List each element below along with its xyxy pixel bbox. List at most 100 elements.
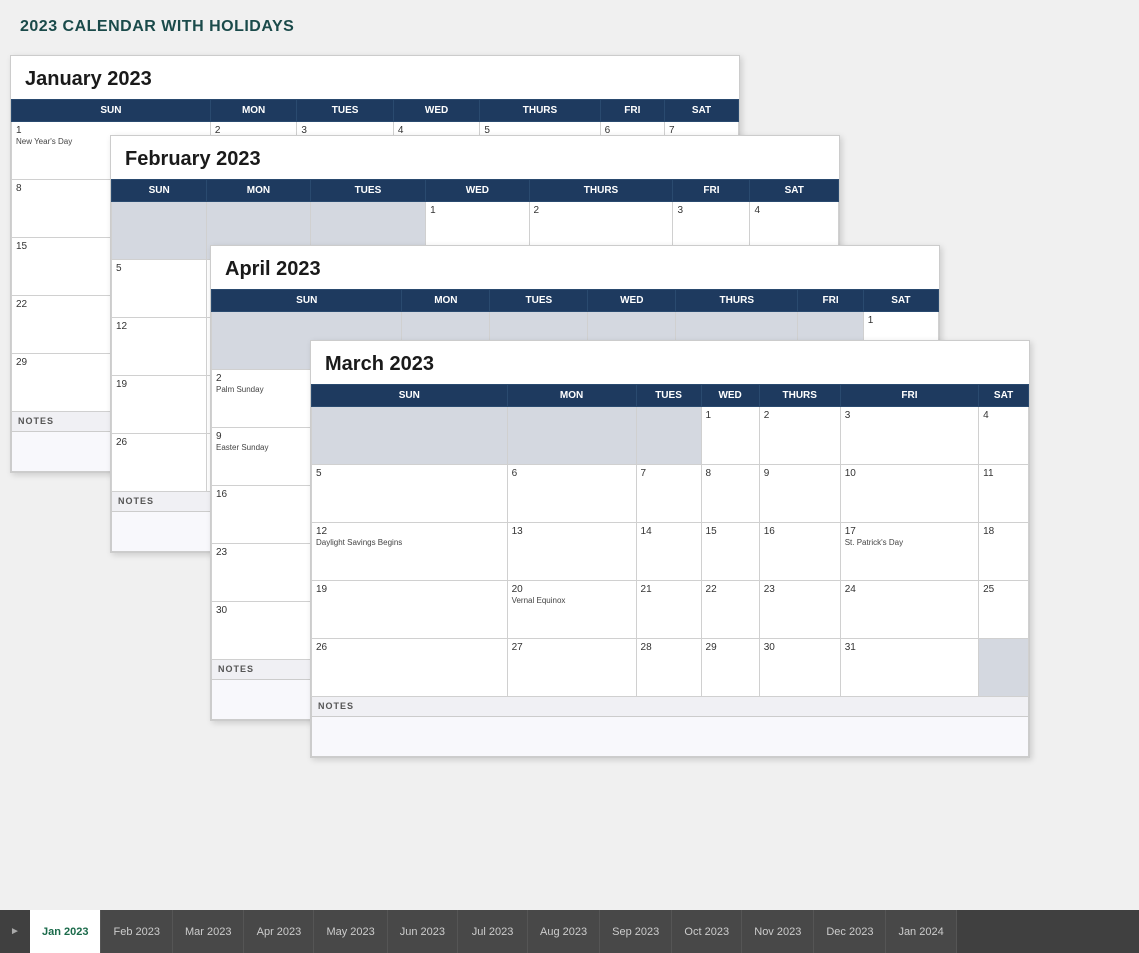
feb-empty1 [112, 202, 207, 260]
tab-may2023[interactable]: May 2023 [314, 910, 387, 953]
mar-notes-label-row: NOTES [312, 697, 1029, 717]
mar-28: 28 [636, 639, 701, 697]
mar-16: 16 [759, 523, 840, 581]
tab-jul2023[interactable]: Jul 2023 [458, 910, 528, 953]
table-row: 12Daylight Savings Begins 13 14 15 16 17… [312, 523, 1029, 581]
feb-12: 12 [112, 318, 207, 376]
mar-col-mon: MON [507, 385, 636, 407]
mar-20: 20Vernal Equinox [507, 581, 636, 639]
jan-col-tue: TUES [297, 100, 394, 122]
mar-e4 [979, 639, 1029, 697]
tab-jan2023[interactable]: Jan 2023 [30, 910, 101, 953]
apr-col-mon: MON [402, 290, 490, 312]
march-table: SUN MON TUES WED THURS FRI SAT 1 2 3 [311, 384, 1029, 757]
left-arrow-icon: ► [10, 926, 20, 937]
mar-col-wed: WED [701, 385, 759, 407]
page-title: 2023 CALENDAR WITH HOLIDAYS [20, 18, 1119, 36]
tab-sep2023[interactable]: Sep 2023 [600, 910, 672, 953]
mar-6: 6 [507, 465, 636, 523]
mar-19: 19 [312, 581, 508, 639]
tab-apr2023[interactable]: Apr 2023 [244, 910, 314, 953]
tab-jan2024[interactable]: Jan 2024 [886, 910, 956, 953]
feb-col-tue: TUES [310, 180, 426, 202]
table-row: 5 6 7 8 9 10 11 [312, 465, 1029, 523]
feb-col-fri: FRI [673, 180, 750, 202]
tab-feb2023[interactable]: Feb 2023 [101, 910, 172, 953]
jan-col-sun: SUN [12, 100, 211, 122]
table-row: 19 20Vernal Equinox 21 22 23 24 25 [312, 581, 1029, 639]
mar-31: 31 [840, 639, 978, 697]
feb-col-sat: SAT [750, 180, 839, 202]
tab-oct2023[interactable]: Oct 2023 [672, 910, 742, 953]
feb-5: 5 [112, 260, 207, 318]
mar-4: 4 [979, 407, 1029, 465]
tab-jun2023[interactable]: Jun 2023 [388, 910, 458, 953]
mar-1: 1 [701, 407, 759, 465]
jan-col-fri: FRI [600, 100, 664, 122]
mar-12: 12Daylight Savings Begins [312, 523, 508, 581]
march-header: March 2023 [311, 341, 1029, 384]
mar-notes-body [312, 717, 1029, 757]
tab-dec2023[interactable]: Dec 2023 [814, 910, 886, 953]
feb-col-wed: WED [426, 180, 529, 202]
feb-col-mon: MON [207, 180, 310, 202]
tab-mar2023[interactable]: Mar 2023 [173, 910, 244, 953]
mar-11: 11 [979, 465, 1029, 523]
tab-nov2023[interactable]: Nov 2023 [742, 910, 814, 953]
main-content: 2023 CALENDAR WITH HOLIDAYS January 2023… [0, 0, 1139, 910]
january-header: January 2023 [11, 56, 739, 99]
mar-5: 5 [312, 465, 508, 523]
jan-col-wed: WED [393, 100, 479, 122]
mar-26: 26 [312, 639, 508, 697]
february-header: February 2023 [111, 136, 839, 179]
mar-21: 21 [636, 581, 701, 639]
table-row: 1 2 3 4 [312, 407, 1029, 465]
mar-e3 [636, 407, 701, 465]
mar-col-tue: TUES [636, 385, 701, 407]
mar-3: 3 [840, 407, 978, 465]
feb-26: 26 [112, 434, 207, 492]
mar-9: 9 [759, 465, 840, 523]
mar-15: 15 [701, 523, 759, 581]
mar-notes-body-row [312, 717, 1029, 757]
mar-30: 30 [759, 639, 840, 697]
mar-col-sun: SUN [312, 385, 508, 407]
mar-13: 13 [507, 523, 636, 581]
calendar-march: March 2023 SUN MON TUES WED THURS FRI SA… [310, 340, 1030, 758]
feb-col-sun: SUN [112, 180, 207, 202]
mar-col-fri: FRI [840, 385, 978, 407]
jan-col-mon: MON [210, 100, 296, 122]
mar-18: 18 [979, 523, 1029, 581]
mar-notes-label: NOTES [312, 697, 1029, 717]
mar-2: 2 [759, 407, 840, 465]
apr-col-fri: FRI [798, 290, 863, 312]
mar-25: 25 [979, 581, 1029, 639]
april-header: April 2023 [211, 246, 939, 289]
feb-19: 19 [112, 376, 207, 434]
apr-col-sat: SAT [863, 290, 938, 312]
apr-col-thu: THURS [676, 290, 798, 312]
jan-col-thu: THURS [480, 100, 600, 122]
tab-scroll-left[interactable]: ► [0, 910, 30, 953]
feb-col-thu: THURS [529, 180, 673, 202]
mar-e1 [312, 407, 508, 465]
tab-aug2023[interactable]: Aug 2023 [528, 910, 600, 953]
mar-14: 14 [636, 523, 701, 581]
mar-17: 17St. Patrick's Day [840, 523, 978, 581]
mar-col-thu: THURS [759, 385, 840, 407]
mar-23: 23 [759, 581, 840, 639]
apr-col-tue: TUES [490, 290, 588, 312]
mar-22: 22 [701, 581, 759, 639]
apr-col-wed: WED [588, 290, 676, 312]
jan-col-sat: SAT [664, 100, 738, 122]
mar-col-sat: SAT [979, 385, 1029, 407]
tab-bar: ► Jan 2023 Feb 2023 Mar 2023 Apr 2023 Ma… [0, 910, 1139, 953]
apr-col-sun: SUN [212, 290, 402, 312]
mar-7: 7 [636, 465, 701, 523]
mar-24: 24 [840, 581, 978, 639]
mar-10: 10 [840, 465, 978, 523]
mar-29: 29 [701, 639, 759, 697]
mar-27: 27 [507, 639, 636, 697]
mar-e2 [507, 407, 636, 465]
table-row: 26 27 28 29 30 31 [312, 639, 1029, 697]
